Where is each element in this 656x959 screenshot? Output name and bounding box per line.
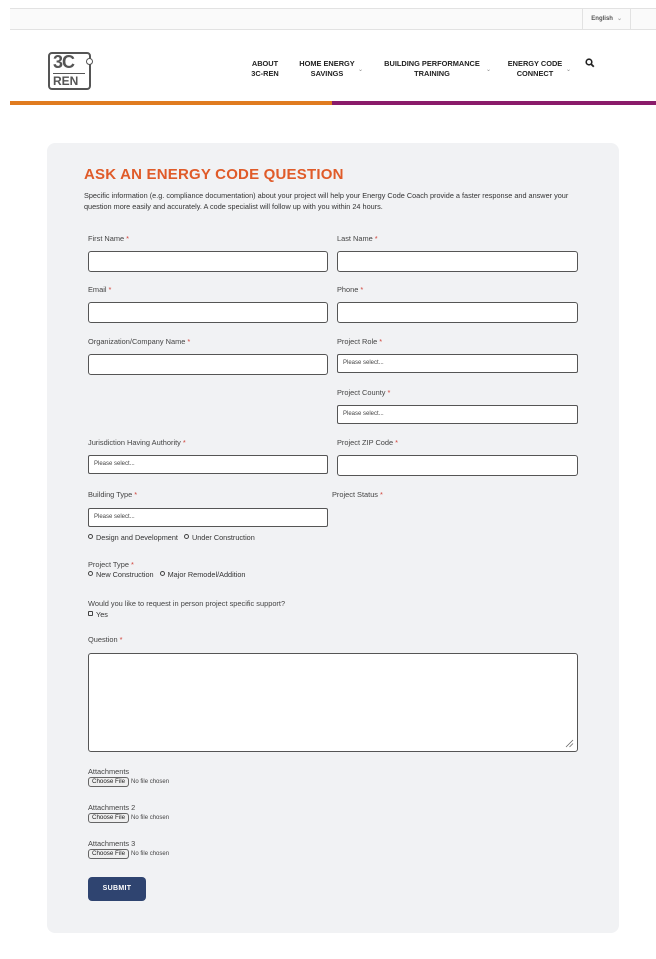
first-name-input[interactable] [88, 251, 328, 272]
resize-handle-icon[interactable] [565, 739, 574, 748]
file-status: No file chosen [131, 815, 170, 821]
attachment-1: Choose File No file chosen [88, 777, 169, 787]
building-type-label: Building Type * [88, 490, 138, 499]
accent-bar-purple [332, 101, 656, 105]
nav-label-line1: ENERGY CODE [507, 59, 563, 68]
attachments-2-label: Attachments 2 [88, 803, 136, 812]
project-zip-label: Project ZIP Code * [337, 438, 399, 447]
phone-input[interactable] [337, 302, 578, 323]
language-selector[interactable]: English ⌄ [582, 9, 631, 29]
nav-item-building-performance[interactable]: BUILDING PERFORMANCE TRAINING ⌄ [382, 59, 491, 79]
form-intro: Specific information (e.g. compliance do… [84, 191, 569, 211]
nav-item-about[interactable]: ABOUT 3C-REN [248, 59, 282, 79]
attachment-3: Choose File No file chosen [88, 849, 169, 859]
site-header: 3C REN ABOUT 3C-REN HOME ENERGY SAVINGS … [10, 31, 656, 101]
file-status: No file chosen [131, 851, 170, 857]
project-status-options: Design and Development Under Construction [88, 533, 255, 542]
support-label: Would you like to request in person proj… [88, 599, 286, 608]
project-type-options: New Construction Major Remodel/Addition [88, 570, 245, 579]
radio-circle-icon [88, 534, 93, 539]
email-label: Email * [88, 285, 112, 294]
project-role-label: Project Role * [337, 337, 383, 346]
project-county-select[interactable]: Please select... [337, 405, 578, 424]
jurisdiction-label: Jurisdiction Having Authority * [88, 438, 186, 447]
choose-file-button[interactable]: Choose File [88, 849, 130, 859]
radio-new-construction[interactable]: New Construction [88, 570, 154, 579]
last-name-label: Last Name * [337, 234, 378, 243]
accent-bar-orange [10, 101, 332, 105]
first-name-label: First Name * [88, 234, 130, 243]
checkbox-support-yes[interactable]: Yes [88, 610, 108, 619]
top-utility-bar: English ⌄ [10, 8, 656, 30]
project-role-select[interactable]: Please select... [337, 354, 578, 373]
site-logo[interactable]: 3C REN [48, 52, 93, 90]
radio-major-remodel[interactable]: Major Remodel/Addition [159, 570, 245, 579]
organization-label: Organization/Company Name * [88, 337, 191, 346]
logo-dot-icon [86, 58, 93, 65]
chevron-down-icon: ⌄ [486, 67, 492, 73]
nav-label-line2: SAVINGS [310, 69, 344, 78]
email-input[interactable] [88, 302, 328, 323]
nav-label-line1: ABOUT [251, 59, 279, 68]
nav-label-line1: HOME ENERGY [299, 59, 355, 68]
radio-under-construction[interactable]: Under Construction [183, 533, 255, 542]
chevron-down-icon: ⌄ [358, 67, 364, 73]
radio-circle-icon [183, 534, 189, 539]
organization-input[interactable] [88, 354, 328, 375]
form-title: ASK AN ENERGY CODE QUESTION [84, 166, 344, 183]
nav-label-line2: TRAINING [414, 69, 450, 78]
logo-line2: REN [53, 73, 85, 88]
search-icon[interactable] [585, 58, 595, 68]
radio-circle-icon [88, 571, 93, 576]
chevron-down-icon: ⌄ [616, 16, 622, 22]
file-status: No file chosen [131, 779, 170, 785]
choose-file-button[interactable]: Choose File [88, 813, 130, 823]
logo-line1: 3C [53, 52, 75, 72]
question-label: Question * [88, 635, 123, 644]
chevron-down-icon: ⌄ [566, 67, 572, 73]
checkbox-icon [88, 611, 93, 616]
submit-button[interactable]: SUBMIT [88, 877, 146, 901]
attachments-label: Attachments [88, 767, 130, 776]
attachments-3-label: Attachments 3 [88, 839, 136, 848]
radio-circle-icon [159, 571, 165, 576]
building-type-select[interactable]: Please select... [88, 508, 328, 527]
nav-item-home-energy[interactable]: HOME ENERGY SAVINGS ⌄ [298, 59, 363, 79]
language-label: English [591, 16, 613, 22]
last-name-input[interactable] [337, 251, 578, 272]
project-type-label: Project Type * [88, 560, 134, 569]
jurisdiction-select[interactable]: Please select... [88, 455, 328, 474]
attachment-2: Choose File No file chosen [88, 813, 169, 823]
radio-design-development[interactable]: Design and Development [88, 533, 178, 542]
project-zip-input[interactable] [337, 455, 578, 476]
choose-file-button[interactable]: Choose File [88, 777, 130, 787]
nav-label-line2: CONNECT [516, 69, 554, 78]
phone-label: Phone * [337, 285, 364, 294]
nav-item-energy-code[interactable]: ENERGY CODE CONNECT ⌄ [506, 59, 571, 79]
project-status-label: Project Status * [332, 490, 383, 499]
project-county-label: Project County * [337, 388, 391, 397]
nav-label-line2: 3C-REN [251, 69, 279, 78]
nav-label-line1: BUILDING PERFORMANCE [384, 59, 480, 68]
question-textarea[interactable] [88, 653, 578, 752]
